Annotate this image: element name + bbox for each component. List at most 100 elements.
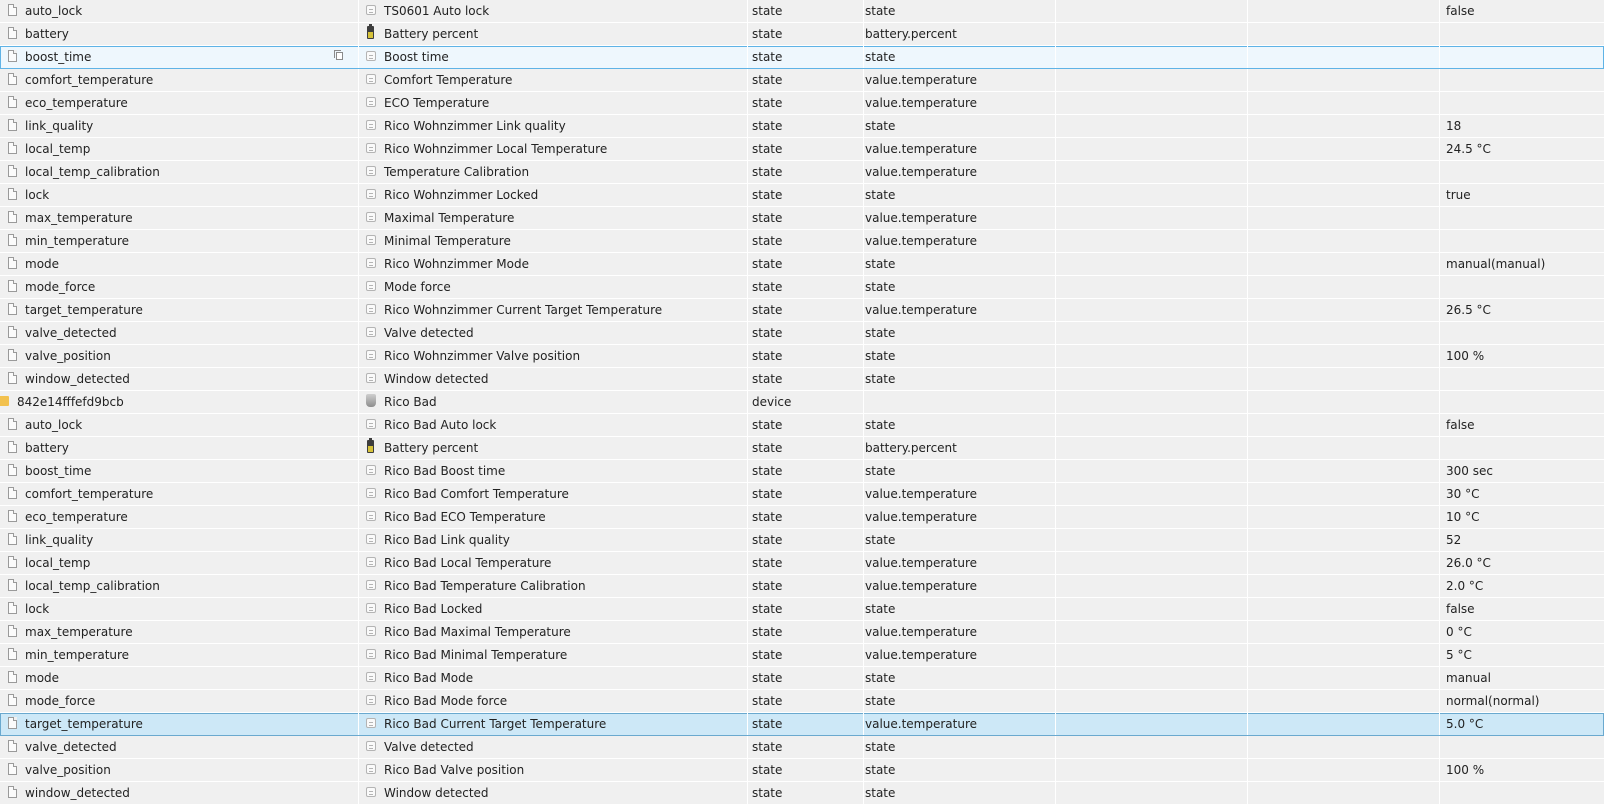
value-cell[interactable]: 30 °C <box>1440 483 1604 505</box>
object-value: false <box>1446 418 1475 432</box>
state-icon <box>366 511 376 521</box>
value-cell[interactable]: 300 sec <box>1440 460 1604 482</box>
value-cell[interactable]: 18 <box>1440 115 1604 137</box>
value-cell[interactable] <box>1440 23 1604 45</box>
object-role: value.temperature <box>865 303 978 317</box>
object-name: Minimal Temperature <box>384 234 511 248</box>
id-cell: valve_detected <box>0 322 359 344</box>
object-id: window_detected <box>25 372 130 386</box>
value-cell[interactable]: 5.0 °C <box>1440 713 1604 735</box>
table-row[interactable]: boost_time Rico Bad Boost time state sta… <box>0 460 1604 483</box>
table-row[interactable]: max_temperature Rico Bad Maximal Tempera… <box>0 621 1604 644</box>
value-cell[interactable] <box>1440 736 1604 758</box>
value-cell[interactable]: 100 % <box>1440 759 1604 781</box>
table-row[interactable]: local_temp Rico Bad Local Temperature st… <box>0 552 1604 575</box>
value-cell[interactable] <box>1440 92 1604 114</box>
room-cell <box>1056 529 1248 551</box>
table-row[interactable]: min_temperature Rico Bad Minimal Tempera… <box>0 644 1604 667</box>
table-row[interactable]: eco_temperature ECO Temperature state va… <box>0 92 1604 115</box>
room-cell <box>1056 598 1248 620</box>
table-row[interactable]: target_temperature Rico Bad Current Targ… <box>0 713 1604 736</box>
table-row[interactable]: mode_force Mode force state state <box>0 276 1604 299</box>
object-id: auto_lock <box>25 4 83 18</box>
table-row[interactable]: battery Battery percent state battery.pe… <box>0 23 1604 46</box>
value-cell[interactable] <box>1440 437 1604 459</box>
table-row[interactable]: link_quality Rico Wohnzimmer Link qualit… <box>0 115 1604 138</box>
value-cell[interactable]: manual(manual) <box>1440 253 1604 275</box>
table-row[interactable]: max_temperature Maximal Temperature stat… <box>0 207 1604 230</box>
type-cell: state <box>748 667 864 689</box>
value-cell[interactable]: true <box>1440 184 1604 206</box>
value-cell[interactable] <box>1440 276 1604 298</box>
value-cell[interactable]: 2.0 °C <box>1440 575 1604 597</box>
table-row[interactable]: eco_temperature Rico Bad ECO Temperature… <box>0 506 1604 529</box>
type-cell: state <box>748 713 864 735</box>
role-cell: state <box>864 667 1056 689</box>
value-cell[interactable]: false <box>1440 598 1604 620</box>
value-cell[interactable] <box>1440 368 1604 390</box>
role-cell: value.temperature <box>864 299 1056 321</box>
table-row[interactable]: lock Rico Bad Locked state state false <box>0 598 1604 621</box>
table-row[interactable]: valve_position Rico Wohnzimmer Valve pos… <box>0 345 1604 368</box>
object-type: state <box>752 73 783 87</box>
value-cell[interactable]: 26.5 °C <box>1440 299 1604 321</box>
value-cell[interactable]: 100 % <box>1440 345 1604 367</box>
table-row[interactable]: target_temperature Rico Wohnzimmer Curre… <box>0 299 1604 322</box>
file-icon <box>8 4 17 16</box>
object-value: manual(manual) <box>1446 257 1546 271</box>
table-row[interactable]: mode Rico Bad Mode state state manual <box>0 667 1604 690</box>
table-row[interactable]: min_temperature Minimal Temperature stat… <box>0 230 1604 253</box>
table-row[interactable]: 842e14fffefd9bcb Rico Bad device <box>0 391 1604 414</box>
value-cell[interactable]: normal(normal) <box>1440 690 1604 712</box>
type-cell: state <box>748 437 864 459</box>
function-cell <box>1248 253 1440 275</box>
value-cell[interactable]: 5 °C <box>1440 644 1604 666</box>
table-row[interactable]: local_temp_calibration Rico Bad Temperat… <box>0 575 1604 598</box>
role-cell: value.temperature <box>864 552 1056 574</box>
value-cell[interactable] <box>1440 322 1604 344</box>
table-row[interactable]: valve_detected Valve detected state stat… <box>0 322 1604 345</box>
value-cell[interactable] <box>1440 69 1604 91</box>
object-value: 26.0 °C <box>1446 556 1491 570</box>
table-row[interactable]: valve_position Rico Bad Valve position s… <box>0 759 1604 782</box>
value-cell[interactable] <box>1440 782 1604 804</box>
table-row[interactable]: lock Rico Wohnzimmer Locked state state … <box>0 184 1604 207</box>
value-cell[interactable] <box>1440 391 1604 413</box>
room-cell <box>1056 460 1248 482</box>
table-row[interactable]: valve_detected Valve detected state stat… <box>0 736 1604 759</box>
table-row[interactable]: auto_lock TS0601 Auto lock state state f… <box>0 0 1604 23</box>
table-row[interactable]: auto_lock Rico Bad Auto lock state state… <box>0 414 1604 437</box>
table-row[interactable]: boost_time Boost time state state <box>0 46 1604 69</box>
value-cell[interactable]: false <box>1440 414 1604 436</box>
id-cell: local_temp <box>0 552 359 574</box>
value-cell[interactable] <box>1440 207 1604 229</box>
table-row[interactable]: window_detected Window detected state st… <box>0 368 1604 391</box>
table-row[interactable]: comfort_temperature Comfort Temperature … <box>0 69 1604 92</box>
value-cell[interactable]: false <box>1440 0 1604 22</box>
value-cell[interactable] <box>1440 230 1604 252</box>
state-icon <box>366 120 376 130</box>
value-cell[interactable]: 0 °C <box>1440 621 1604 643</box>
value-cell[interactable] <box>1440 46 1604 68</box>
table-row[interactable]: mode_force Rico Bad Mode force state sta… <box>0 690 1604 713</box>
value-cell[interactable]: manual <box>1440 667 1604 689</box>
value-cell[interactable]: 24.5 °C <box>1440 138 1604 160</box>
value-cell[interactable]: 10 °C <box>1440 506 1604 528</box>
table-row[interactable]: battery Battery percent state battery.pe… <box>0 437 1604 460</box>
function-cell <box>1248 0 1440 22</box>
value-cell[interactable]: 26.0 °C <box>1440 552 1604 574</box>
object-name: Rico Bad Boost time <box>384 464 506 478</box>
table-row[interactable]: local_temp_calibration Temperature Calib… <box>0 161 1604 184</box>
file-icon <box>8 234 17 246</box>
object-role: state <box>865 188 896 202</box>
value-cell[interactable]: 52 <box>1440 529 1604 551</box>
id-cell: min_temperature <box>0 644 359 666</box>
table-row[interactable]: comfort_temperature Rico Bad Comfort Tem… <box>0 483 1604 506</box>
table-row[interactable]: local_temp Rico Wohnzimmer Local Tempera… <box>0 138 1604 161</box>
file-icon <box>8 763 17 775</box>
table-row[interactable]: mode Rico Wohnzimmer Mode state state ma… <box>0 253 1604 276</box>
value-cell[interactable] <box>1440 161 1604 183</box>
table-row[interactable]: link_quality Rico Bad Link quality state… <box>0 529 1604 552</box>
object-name: Valve detected <box>384 326 474 340</box>
copy-icon[interactable] <box>334 50 343 60</box>
